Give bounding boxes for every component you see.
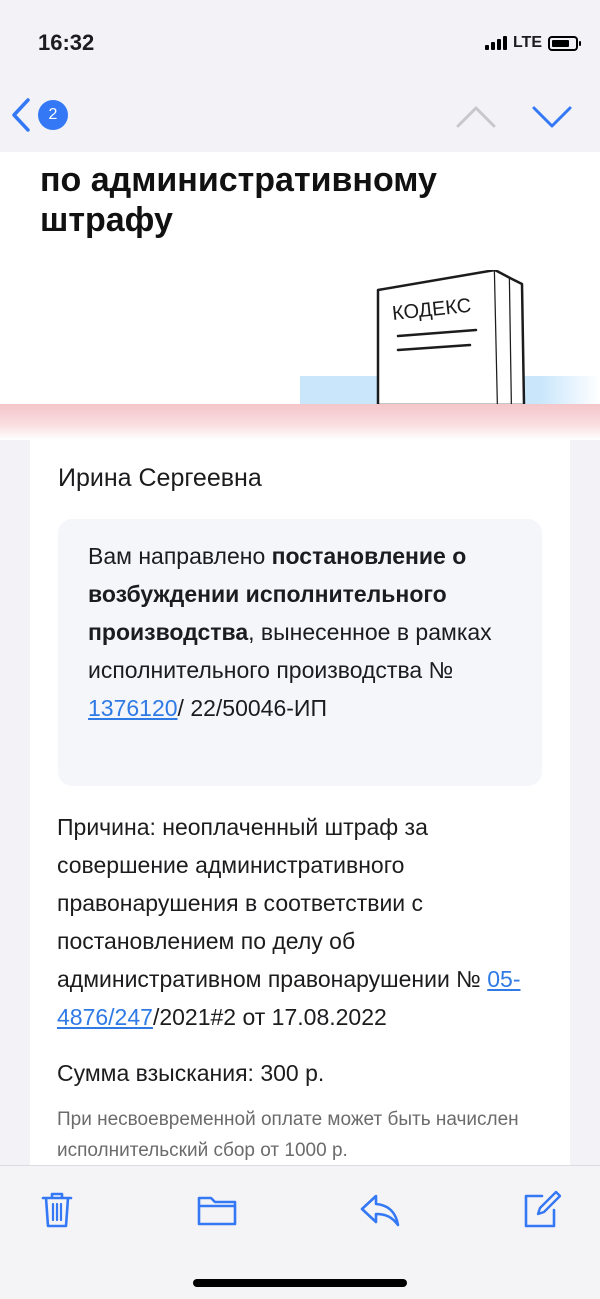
- reason-suffix: /2021#2 от 17.08.2022: [152, 1004, 387, 1030]
- chevron-left-icon: [12, 98, 30, 132]
- notice-box: Вам направлено постановление о возбужден…: [58, 519, 542, 786]
- bottom-toolbar: [0, 1165, 600, 1299]
- trash-icon[interactable]: [35, 1188, 79, 1232]
- status-time: 16:32: [38, 30, 95, 55]
- top-bar: 16:32 LTE 2: [0, 0, 600, 152]
- codex-book-icon: КОДЕКС: [376, 270, 526, 407]
- status-indicators: LTE: [484, 34, 581, 52]
- email-body-card: Ирина Сергеевна Вам направлено постановл…: [30, 440, 570, 1180]
- late-fee-note: При несвоевременной оплате может быть на…: [57, 1109, 519, 1161]
- folder-icon[interactable]: [195, 1188, 239, 1232]
- notice-part-3: / 22/50046-ИП: [177, 695, 327, 721]
- reason-body: Причина: неоплаченный штраф за совершени…: [57, 814, 488, 992]
- battery-icon: [548, 35, 581, 51]
- home-indicator: [193, 1279, 407, 1287]
- signal-icon: [484, 36, 507, 50]
- previous-message-button[interactable]: [452, 96, 500, 136]
- back-button[interactable]: 2: [10, 94, 90, 136]
- amount-text: Сумма взыскания: 300 р.: [57, 1060, 325, 1086]
- unread-count-badge: 2: [38, 100, 68, 130]
- reason-text: Причина: неоплаченный штраф за совершени…: [57, 808, 547, 1036]
- reply-icon[interactable]: [358, 1188, 402, 1232]
- compose-icon[interactable]: [520, 1188, 564, 1232]
- email-title: по административному штрафу: [40, 161, 437, 239]
- network-label: LTE: [512, 34, 542, 51]
- notice-part-1: Вам направлено: [88, 543, 272, 569]
- next-message-button[interactable]: [528, 96, 576, 136]
- decorative-pink-strip: [0, 404, 600, 440]
- notice-text: Вам направлено постановление о возбужден…: [88, 537, 528, 727]
- enforcement-number-link[interactable]: 1376120: [88, 695, 178, 721]
- email-header-banner: по административному штрафу КОДЕКС: [0, 152, 600, 440]
- greeting: Ирина Сергеевна: [58, 464, 262, 492]
